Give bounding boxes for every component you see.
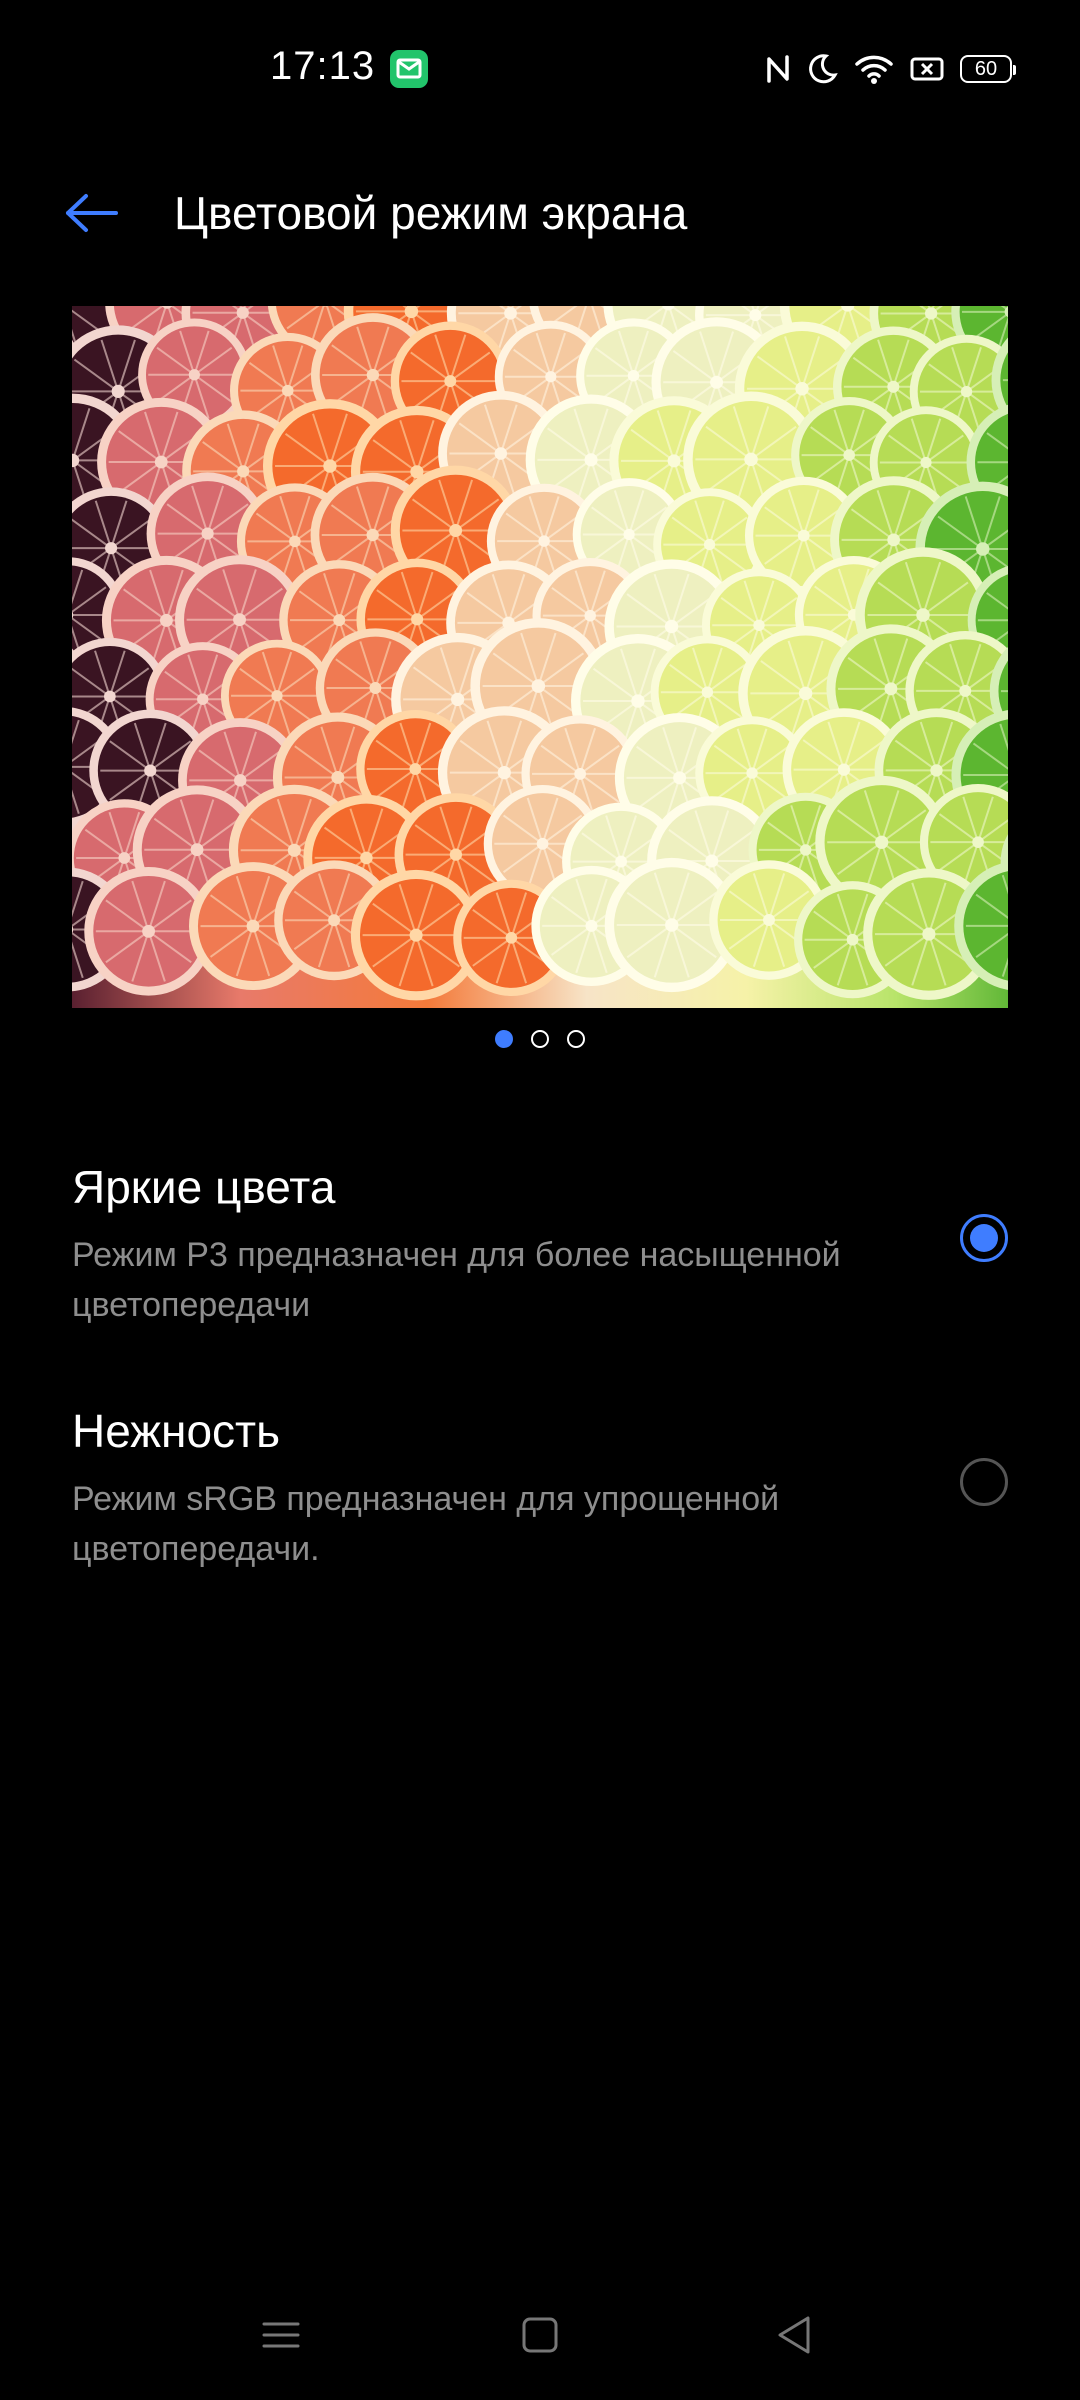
do-not-disturb-moon-icon <box>808 53 838 85</box>
option-vivid-colors[interactable]: Яркие цвета Режим P3 предназначен для бо… <box>0 1160 1080 1340</box>
option-gentle[interactable]: Нежность Режим sRGB предназначен для упр… <box>0 1404 1080 1584</box>
battery-level: 60 <box>974 58 998 80</box>
back-nav-button[interactable] <box>770 2310 820 2360</box>
radio-gentle[interactable] <box>960 1458 1008 1506</box>
menu-button[interactable] <box>256 2310 306 2360</box>
home-square-icon <box>522 2317 558 2353</box>
back-button[interactable] <box>62 188 122 238</box>
pager-dot-2[interactable] <box>531 1030 549 1048</box>
status-time: 17:13 <box>270 44 376 88</box>
wifi-icon <box>854 53 894 85</box>
preview-image <box>72 306 1008 1001</box>
pager-dot-1[interactable] <box>495 1030 513 1048</box>
home-button[interactable] <box>515 2310 565 2360</box>
preview-pager <box>0 1030 1080 1052</box>
sim-card-icon <box>910 55 944 83</box>
arrow-left-icon <box>66 194 118 232</box>
radio-vivid-colors[interactable] <box>960 1214 1008 1262</box>
status-bar: 17:13 60 <box>0 0 1080 136</box>
citrus-slices-photo[interactable] <box>72 306 1008 1008</box>
page-title: Цветовой режим экрана <box>174 187 688 239</box>
pager-dot-3[interactable] <box>567 1030 585 1048</box>
navigation-bar <box>0 2290 1080 2380</box>
menu-icon <box>262 2322 300 2348</box>
option-description: Режим P3 предназначен для более насыщенн… <box>72 1236 841 1324</box>
option-title: Яркие цвета <box>72 1161 336 1213</box>
status-icons: 60 <box>764 50 1016 88</box>
app-header: Цветовой режим экрана <box>0 170 1080 260</box>
option-title: Нежность <box>72 1405 281 1457</box>
email-notification-icon <box>390 50 428 88</box>
back-triangle-icon <box>778 2316 810 2354</box>
nfc-icon <box>764 53 792 85</box>
option-description: Режим sRGB предназначен для упрощенной ц… <box>72 1480 780 1568</box>
battery-indicator: 60 <box>960 55 1016 83</box>
